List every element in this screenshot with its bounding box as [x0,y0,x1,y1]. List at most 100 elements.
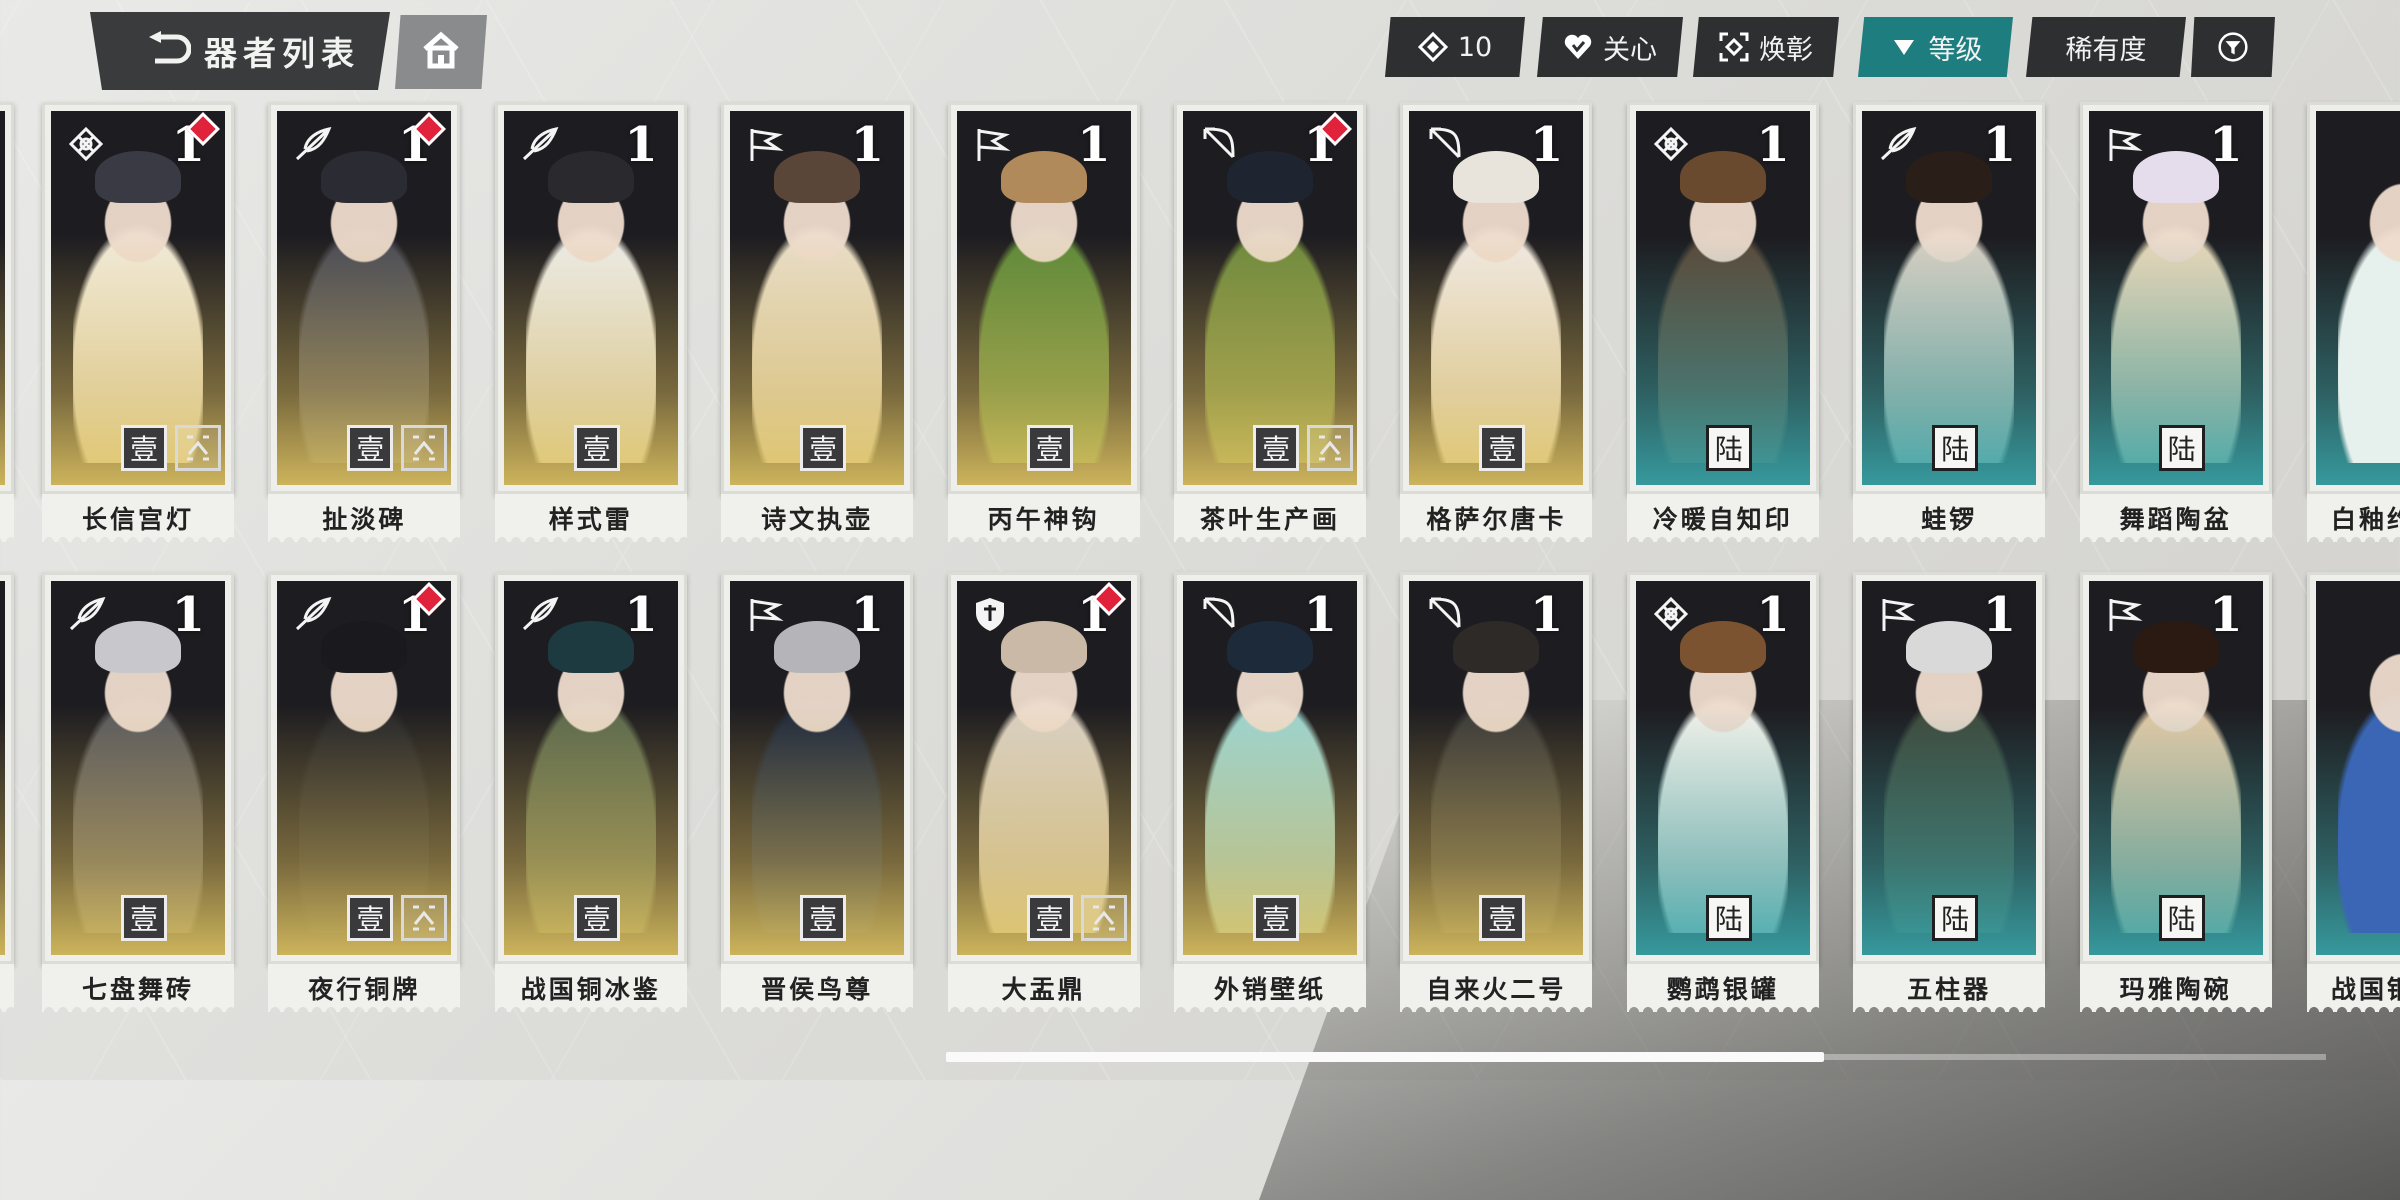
filter-button[interactable] [2191,17,2275,77]
flag-class-icon [1878,595,1916,637]
diamond-icon [1417,32,1448,62]
character-card[interactable]: 1 壹夜行铜牌 [268,572,461,1012]
character-portrait: 1陆 [1635,581,1810,955]
bow-class-icon [1199,125,1237,167]
card-name: 外销壁纸 [1174,964,1366,1012]
page-title: 器者列表 [204,34,360,73]
character-card[interactable]: 1 陆蛙锣 [1853,102,2046,542]
character-card[interactable]: 1 陆冷暖自知印 [1626,102,1819,542]
card-name: 鹦鹉银罐 [1626,964,1819,1012]
filter-chip-2[interactable]: 关心 [1537,17,1683,77]
home-icon [421,31,461,73]
card-level: 1 [850,587,885,643]
card-name: 丙午神钩 [947,494,1140,542]
rank-stamp: 壹 [121,425,167,471]
upgrade-icon [175,425,221,471]
character-portrait: 1陆 [1862,581,2037,955]
character-portrait: 1陆 [2088,111,2263,485]
rank-stamp: 陆 [2158,895,2205,941]
character-portrait: 1壹 [51,581,225,955]
character-card[interactable]: 1 壹样式雷 [494,102,687,542]
character-card[interactable]: 1 壹扯淡碑 [268,102,461,542]
partial-card-right-top[interactable]: 白釉约 [2307,102,2400,542]
heart-icon [1563,32,1593,62]
bow-class-icon [1199,595,1237,637]
card-name: 蛙锣 [1853,494,2046,542]
character-portrait: 1壹 [1409,581,1584,955]
feather-class-icon [520,125,560,167]
triangle-down-icon [1889,32,1919,62]
character-card[interactable]: 1 陆五柱器 [1853,572,2046,1012]
title-plate: 器者列表 [90,12,390,90]
filter-chip-3[interactable]: 焕彰 [1693,17,1839,77]
card-level: 1 [1982,117,2017,173]
feather-class-icon [293,595,333,637]
rank-stamp: 壹 [1026,895,1073,941]
filter-chip-1[interactable]: 10 [1385,17,1525,77]
scrollbar-thumb[interactable] [946,1052,1824,1062]
character-portrait: 1壹 [277,111,452,485]
rank-stamp: 陆 [1932,895,1979,941]
filter-chip-label: 等级 [1928,34,1983,66]
flag-class-icon [973,125,1011,167]
character-portrait: 1壹 [1183,111,1357,485]
feather-class-icon [1878,125,1918,167]
rank-stamp: 壹 [1479,425,1526,471]
card-level: 1 [1756,587,1790,643]
upgrade-icon [401,425,448,471]
character-card[interactable]: 1 壹诗文执壶 [721,102,914,542]
character-portrait: 1壹 [730,111,905,485]
character-card[interactable]: 1 陆舞蹈陶盆 [2079,102,2272,542]
character-card[interactable]: 1 陆玛雅陶碗 [2079,572,2272,1012]
upgrade-icon [1307,425,1353,471]
character-card[interactable]: 1 壹丙午神钩 [947,102,1140,542]
character-card[interactable]: 1 壹战国铜冰鉴 [494,572,687,1012]
character-card[interactable]: 1 壹长信宫灯 [42,102,234,542]
card-name: 战国铜冰鉴 [494,964,687,1012]
card-name: 扯淡碑 [268,494,461,542]
rank-stamp: 壹 [1253,895,1299,941]
rank-stamp: 壹 [800,895,847,941]
card-name: 大盂鼎 [947,964,1140,1012]
partial-card-left-top[interactable] [0,102,14,542]
card-name: 样式雷 [494,494,687,542]
character-portrait: 1壹 [503,581,678,955]
character-portrait: 1壹 [1183,581,1357,955]
rank-stamp: 壹 [1026,425,1073,471]
card-level: 1 [2209,587,2243,643]
character-portrait: 1壹 [956,111,1131,485]
filter-chip-5[interactable]: 稀有度 [2026,17,2186,77]
flag-class-icon [746,125,784,167]
shield-class-icon [973,595,1007,637]
character-portrait: 1壹 [1409,111,1584,485]
rank-stamp: 壹 [347,425,394,471]
partial-card-left-bottom[interactable] [0,572,14,1012]
character-portrait: 1壹 [277,581,452,955]
character-card[interactable]: 1 壹自来火二号 [1400,572,1593,1012]
home-button[interactable] [395,15,487,89]
rank-stamp: 壹 [800,425,847,471]
character-portrait: 1陆 [2088,581,2263,955]
character-card[interactable]: 1 壹七盘舞砖 [42,572,234,1012]
card-name: 诗文执壶 [721,494,914,542]
card-name: 玛雅陶碗 [2079,964,2272,1012]
character-portrait: 1壹 [503,111,678,485]
card-name: 茶叶生产画 [1174,494,1366,542]
character-card[interactable]: 1 壹大盂鼎 [947,572,1140,1012]
character-card[interactable]: 1 壹外销壁纸 [1174,572,1366,1012]
character-card[interactable]: 1 陆鹦鹉银罐 [1626,572,1819,1012]
upgrade-icon [401,895,448,941]
filter-chip-4[interactable]: 等级 [1858,17,2013,77]
partial-card-right-bottom[interactable]: 战国铜 [2307,572,2400,1012]
feather-class-icon [67,595,107,637]
card-level: 1 [850,117,885,173]
feather-class-icon [293,125,333,167]
character-portrait: 1壹 [730,581,905,955]
rank-stamp: 壹 [573,895,620,941]
character-card[interactable]: 1 壹晋侯鸟尊 [721,572,914,1012]
character-card[interactable]: 1 壹茶叶生产画 [1174,102,1366,542]
back-arrow-icon[interactable] [142,28,194,74]
character-portrait: 1陆 [1635,111,1810,485]
character-card[interactable]: 1 壹格萨尔唐卡 [1400,102,1593,542]
filter-icon [2218,32,2248,62]
